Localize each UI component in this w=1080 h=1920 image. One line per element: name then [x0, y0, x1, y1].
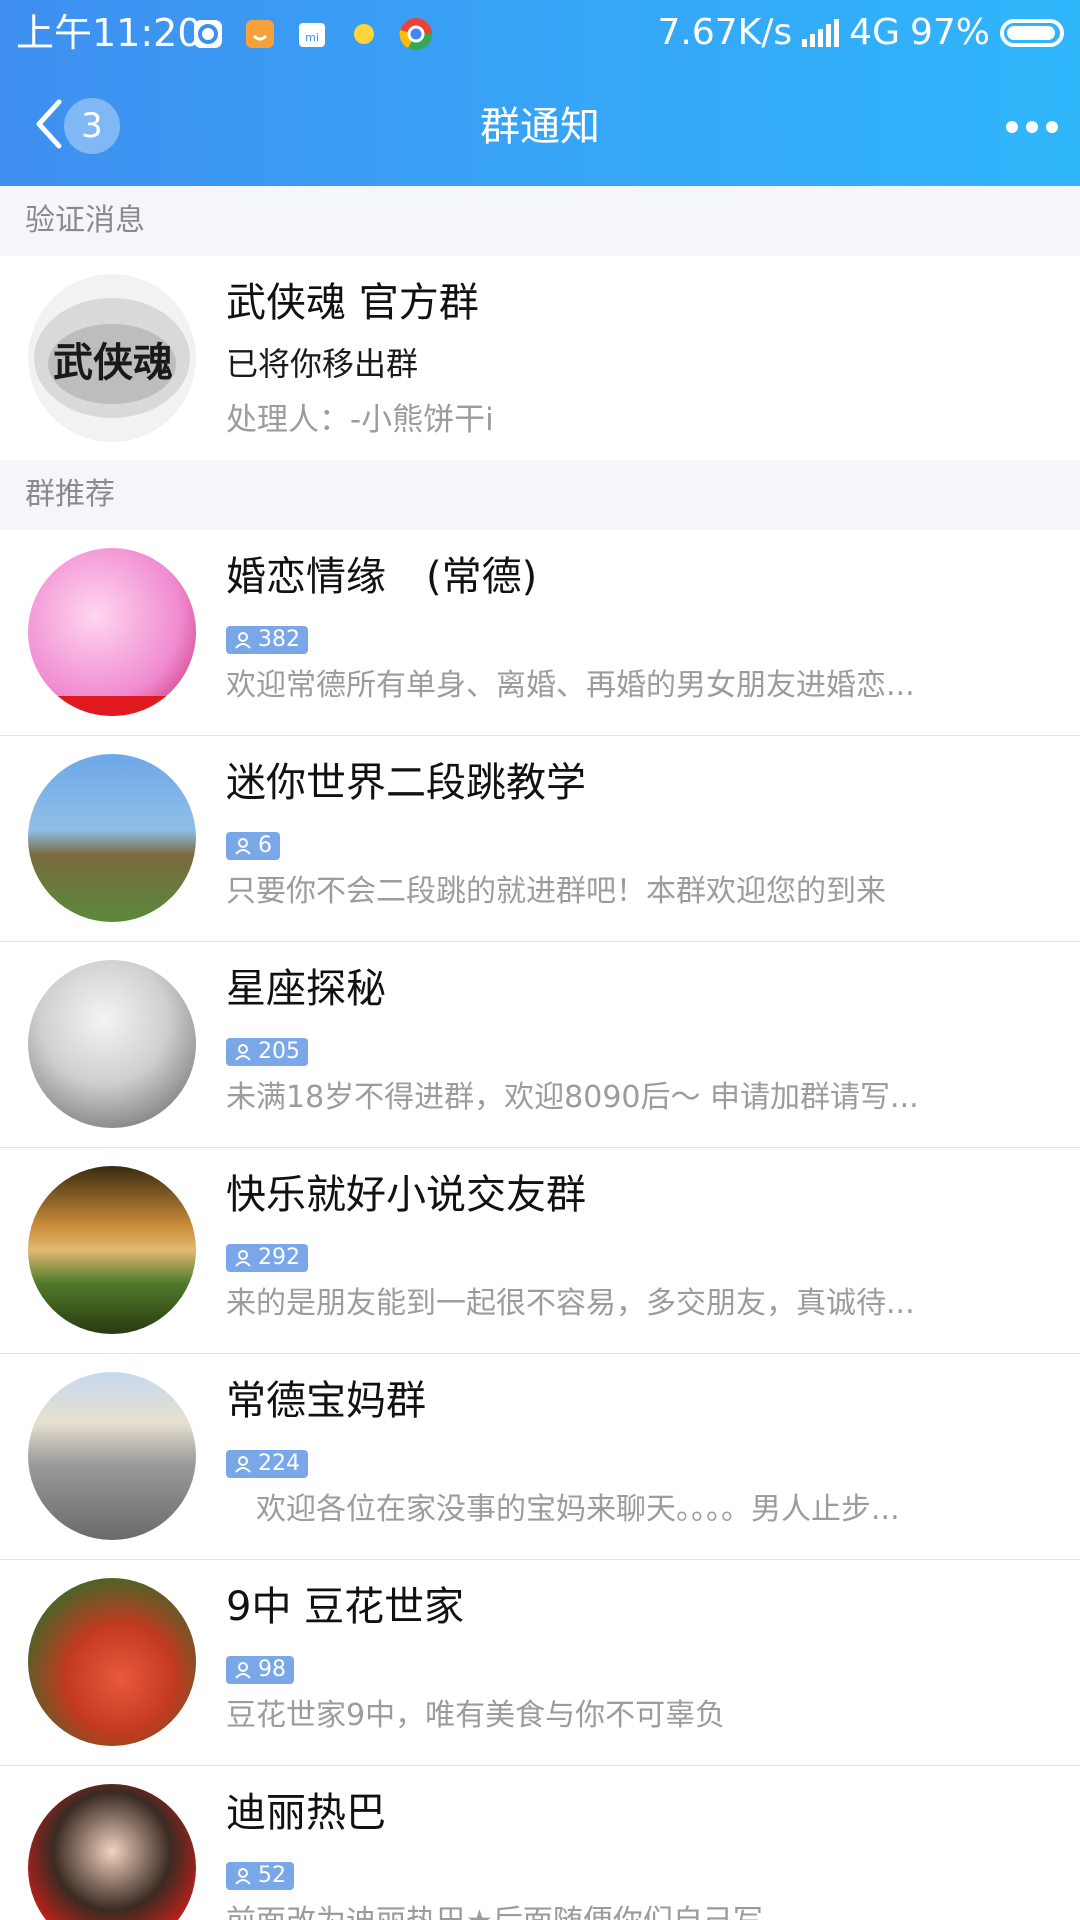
- navigation-bar: 3 群通知: [0, 66, 1080, 186]
- svg-text:mi: mi: [305, 31, 319, 44]
- group-description: 欢迎常德所有单身、离婚、再婚的男女朋友进婚恋...: [226, 668, 915, 703]
- group-name: 常德宝妈群: [226, 1378, 426, 1424]
- browser-icon: [190, 16, 226, 52]
- dot-icon: [346, 16, 382, 52]
- member-count: 52: [258, 1863, 286, 1888]
- member-count-badge: 224: [226, 1450, 308, 1478]
- person-icon: [235, 1456, 251, 1473]
- group-avatar: [28, 960, 196, 1128]
- group-name: 星座探秘: [226, 966, 386, 1012]
- person-icon: [235, 1044, 251, 1061]
- member-count: 98: [258, 1657, 286, 1682]
- handler-text: 处理人：-小熊饼干i: [226, 402, 494, 438]
- list-item[interactable]: 星座探秘 205 未满18岁不得进群，欢迎8090后～ 申请加群请写...: [0, 942, 1080, 1148]
- group-avatar: [28, 548, 196, 716]
- group-avatar: [28, 1166, 196, 1334]
- member-count-badge: 382: [226, 626, 308, 654]
- group-name: 迪丽热巴: [226, 1790, 386, 1836]
- group-description: 豆花世家9中，唯有美食与你不可辜负: [226, 1698, 726, 1733]
- avatar-text: 武侠魂: [53, 339, 173, 386]
- list-item[interactable]: 9中 豆花世家 98 豆花世家9中，唯有美食与你不可辜负: [0, 1560, 1080, 1766]
- member-count: 292: [258, 1245, 300, 1270]
- smile-app-icon: [242, 16, 278, 52]
- list-item[interactable]: 常德宝妈群 224 欢迎各位在家没事的宝妈来聊天。。。。男人止步...: [0, 1354, 1080, 1560]
- group-avatar: 武侠魂: [28, 274, 196, 442]
- member-count-badge: 6: [226, 832, 280, 860]
- section-verify-label: 验证消息: [0, 186, 1080, 256]
- section-recommend-label: 群推荐: [0, 460, 1080, 530]
- notification-icons: mi: [190, 14, 434, 54]
- list-item[interactable]: 婚恋情缘 (常德) 382 欢迎常德所有单身、离婚、再婚的男女朋友进婚恋...: [0, 530, 1080, 736]
- group-avatar: [28, 1784, 196, 1920]
- page-title: 群通知: [480, 104, 600, 150]
- battery-percent: 97%: [909, 12, 990, 53]
- person-icon: [235, 1868, 251, 1885]
- group-name: 快乐就好小说交友群: [226, 1172, 586, 1218]
- member-count: 382: [258, 627, 300, 652]
- person-icon: [235, 838, 251, 855]
- member-count: 224: [258, 1451, 300, 1476]
- member-count: 205: [258, 1039, 300, 1064]
- more-icon: [1006, 121, 1058, 133]
- group-description: 未满18岁不得进群，欢迎8090后～ 申请加群请写...: [226, 1080, 919, 1115]
- battery-icon: [1000, 19, 1064, 47]
- status-right: 7.67K/s 4G 97%: [658, 10, 1064, 56]
- group-description: 来的是朋友能到一起很不容易，多交朋友，真诚待...: [226, 1286, 915, 1321]
- person-icon: [235, 1250, 251, 1267]
- list-item[interactable]: 快乐就好小说交友群 292 来的是朋友能到一起很不容易，多交朋友，真诚待...: [0, 1148, 1080, 1354]
- list-item[interactable]: 迷你世界二段跳教学 6 只要你不会二段跳的就进群吧！本群欢迎您的到来: [0, 736, 1080, 942]
- network-speed: 7.67K/s: [657, 12, 793, 53]
- mi-store-icon: mi: [294, 16, 330, 52]
- network-type: 4G: [849, 12, 900, 53]
- member-count-badge: 52: [226, 1862, 294, 1890]
- member-count-badge: 292: [226, 1244, 308, 1272]
- group-avatar: [28, 1578, 196, 1746]
- list-item[interactable]: 迪丽热巴 52 前面改为迪丽热巴★后面随便你们自己写: [0, 1766, 1080, 1920]
- member-count: 6: [258, 833, 272, 858]
- person-icon: [235, 632, 251, 649]
- group-description: 前面改为迪丽热巴★后面随便你们自己写: [226, 1902, 763, 1920]
- member-count-badge: 205: [226, 1038, 308, 1066]
- member-count-badge: 98: [226, 1656, 294, 1684]
- more-button[interactable]: [1002, 102, 1062, 152]
- group-description: 只要你不会二段跳的就进群吧！本群欢迎您的到来: [226, 874, 886, 909]
- message-status: 已将你移出群: [226, 345, 419, 383]
- group-description: 欢迎各位在家没事的宝妈来聊天。。。。男人止步...: [226, 1492, 900, 1527]
- app-header: 上午11:20 mi 7.67K/s 4G 97% 3 群通知: [0, 0, 1080, 186]
- signal-icon: [802, 19, 840, 47]
- group-avatar: [28, 1372, 196, 1540]
- group-name: 武侠魂 官方群: [226, 280, 479, 326]
- person-icon: [235, 1662, 251, 1679]
- group-name: 9中 豆花世家: [226, 1584, 465, 1630]
- group-name: 迷你世界二段跳教学: [226, 760, 586, 806]
- group-name: 婚恋情缘 (常德): [226, 554, 538, 600]
- status-time: 上午11:20: [16, 11, 202, 55]
- group-avatar: [28, 754, 196, 922]
- chrome-icon: [398, 16, 434, 52]
- verify-message-item[interactable]: 武侠魂 武侠魂 官方群 已将你移出群 处理人：-小熊饼干i: [0, 256, 1080, 460]
- status-bar: 上午11:20 mi 7.67K/s 4G 97%: [0, 0, 1080, 66]
